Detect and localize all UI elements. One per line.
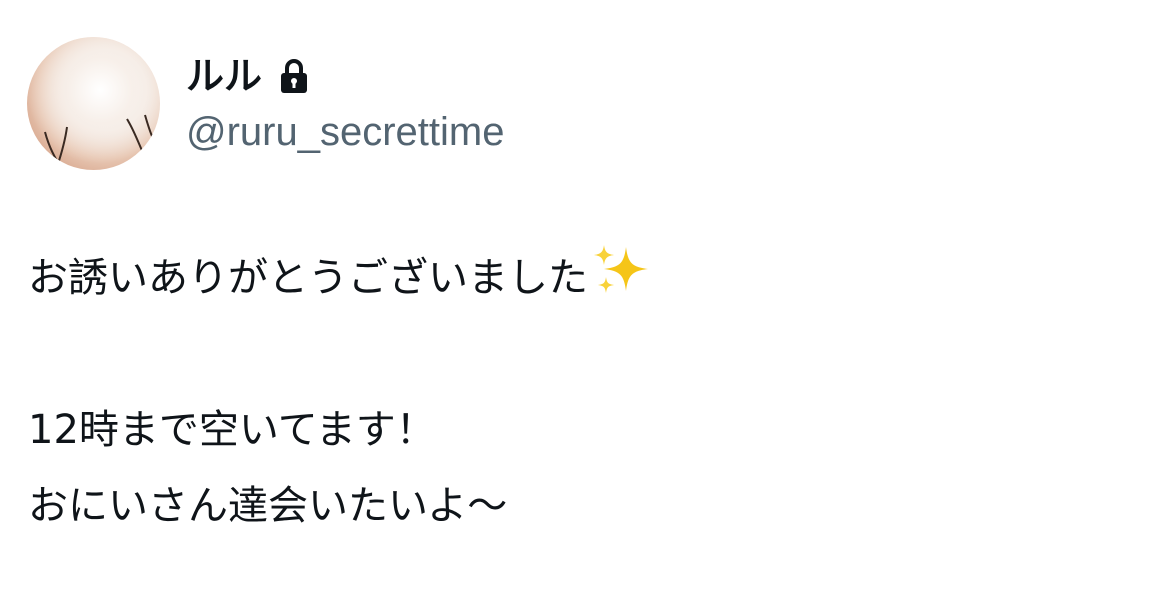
tweet-text: お誘いありがとうございました 12時まで空いてます！ おにいさん達会いたいよ〜 bbox=[28, 240, 652, 544]
tweet-card[interactable]: ルル @ruru_secrettime お誘いありがとうございました 12時まで… bbox=[0, 0, 1170, 609]
lock-icon bbox=[278, 57, 310, 97]
handle[interactable]: @ruru_secrettime bbox=[186, 104, 504, 160]
avatar[interactable] bbox=[27, 37, 160, 170]
tweet-line-1: お誘いありがとうございました bbox=[28, 240, 652, 316]
author-header: ルル @ruru_secrettime bbox=[186, 50, 504, 160]
tweet-line-2 bbox=[28, 316, 652, 392]
avatar-photo bbox=[27, 37, 160, 170]
tweet-line-3: 12時まで空いてます！ bbox=[28, 407, 436, 453]
sparkles-icon bbox=[592, 241, 652, 299]
display-name-row: ルル bbox=[186, 50, 504, 102]
tweet-line-4: おにいさん達会いたいよ〜 bbox=[28, 483, 508, 529]
tweet-line-1-text: お誘いありがとうございました bbox=[28, 255, 588, 301]
display-name[interactable]: ルル bbox=[186, 50, 262, 102]
